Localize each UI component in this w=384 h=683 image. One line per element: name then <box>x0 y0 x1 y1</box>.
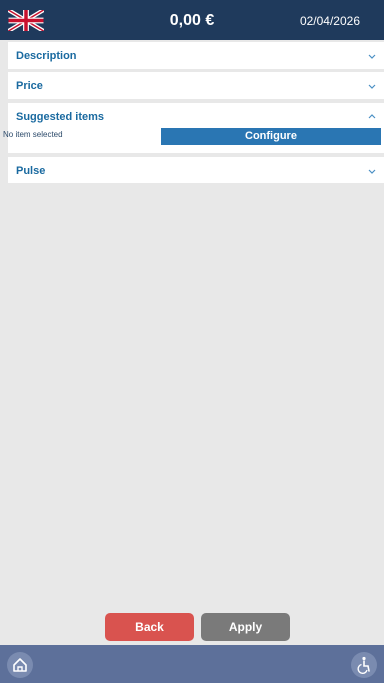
section-title: Price <box>16 80 43 92</box>
chevron-down-icon[interactable] <box>366 80 378 92</box>
chevron-up-icon[interactable] <box>366 111 378 123</box>
section-title: Suggested items <box>16 111 105 123</box>
apply-button[interactable]: Apply <box>201 613 290 641</box>
accessibility-icon[interactable] <box>350 651 378 679</box>
home-icon[interactable] <box>6 651 34 679</box>
section-price[interactable]: Price <box>8 72 384 99</box>
no-item-text: No item selected <box>3 130 63 139</box>
section-title: Description <box>16 50 77 62</box>
configure-button[interactable]: Configure <box>161 128 381 145</box>
chevron-down-icon[interactable] <box>366 50 378 62</box>
chevron-down-icon[interactable] <box>366 165 378 177</box>
section-description[interactable]: Description <box>8 42 384 69</box>
bottom-bar <box>0 645 384 683</box>
back-button[interactable]: Back <box>105 613 194 641</box>
current-date: 02/04/2026 <box>299 14 360 28</box>
section-title: Pulse <box>16 165 46 177</box>
section-pulse[interactable]: Pulse <box>8 157 384 183</box>
top-bar: 0,00 € 02/04/2026 <box>0 0 384 40</box>
